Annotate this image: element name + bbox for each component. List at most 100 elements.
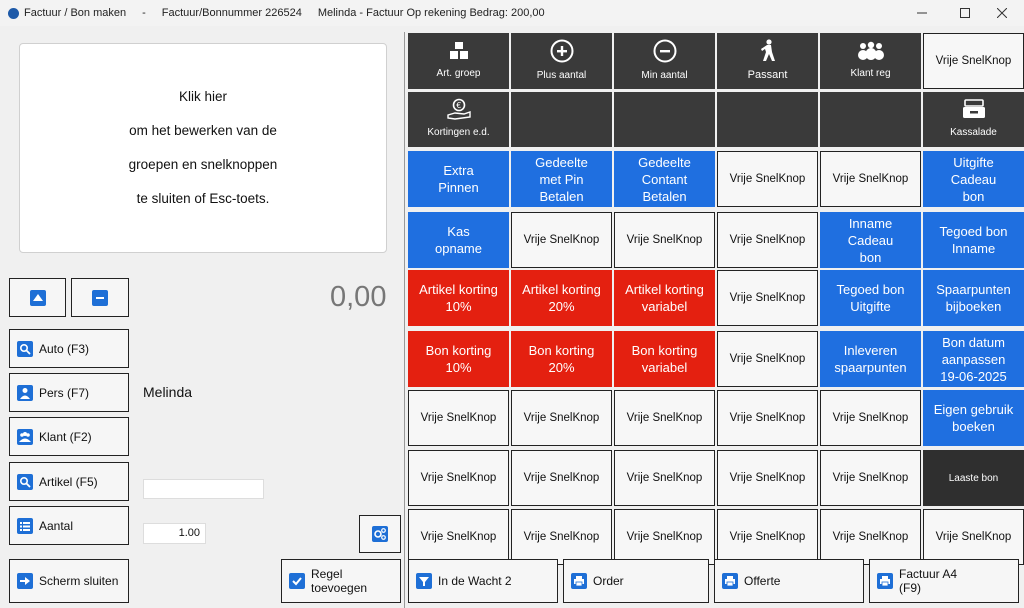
quick-button-label: Vrije SnelKnop (420, 411, 497, 424)
quick-button-r7c1[interactable]: Vrije SnelKnop (408, 390, 509, 446)
quick-button-r9c5[interactable]: Vrije SnelKnop (820, 509, 921, 565)
button-line: Bon korting (528, 343, 595, 358)
aantal-label: Aantal (39, 518, 74, 533)
klant-reg-button[interactable]: Klant reg (820, 33, 921, 89)
tegoed-bon-inname-button[interactable]: Tegoed bon Inname (923, 212, 1024, 268)
quick-button-label: Vrije SnelKnop (832, 172, 909, 185)
quick-button-r8c5[interactable]: Vrije SnelKnop (820, 450, 921, 506)
empty-group-r2c3[interactable] (614, 92, 715, 147)
regel-toevoegen-button[interactable]: Regel toevoegen (281, 559, 401, 603)
close-button[interactable] (980, 0, 1024, 26)
button-line: Artikel korting (522, 282, 601, 297)
quick-button-r3c4[interactable]: Vrije SnelKnop (717, 151, 818, 207)
laaste-bon-button[interactable]: Laaste bon (923, 450, 1024, 506)
printer-icon (722, 573, 738, 589)
quick-button-label: Vrije SnelKnop (626, 411, 703, 424)
artikel-input[interactable] (143, 479, 264, 499)
button-line: spaarpunten (834, 360, 907, 375)
bon-korting-10-button[interactable]: Bon korting 10% (408, 331, 509, 387)
order-button[interactable]: Order (563, 559, 709, 603)
empty-group-r2c5[interactable] (820, 92, 921, 147)
uitgifte-cadeau-bon-button[interactable]: Uitgifte Cadeau bon (923, 151, 1024, 207)
quick-button-r7c2[interactable]: Vrije SnelKnop (511, 390, 612, 446)
klant-button[interactable]: Klant (F2) (9, 417, 129, 456)
plus-aantal-button[interactable]: Plus aantal (511, 33, 612, 89)
scroll-down-button[interactable] (71, 278, 129, 317)
aantal-button[interactable]: Aantal (9, 506, 129, 545)
quick-button-label: Vrije SnelKnop (420, 530, 497, 543)
inname-cadeau-bon-button[interactable]: Inname Cadeau bon (820, 212, 921, 268)
button-line: variabel (641, 360, 688, 375)
extra-pinnen-button[interactable]: Extra Pinnen (408, 151, 509, 207)
kassalade-button[interactable]: Kassalade (923, 92, 1024, 147)
kas-opname-button[interactable]: Kas opname (408, 212, 509, 268)
quick-button-r7c4[interactable]: Vrije SnelKnop (717, 390, 818, 446)
quick-button-r4c2[interactable]: Vrije SnelKnop (511, 212, 612, 268)
quick-button-r1c6[interactable]: Vrije SnelKnop (923, 33, 1024, 89)
quick-button-r9c2[interactable]: Vrije SnelKnop (511, 509, 612, 565)
offerte-label: Offerte (744, 574, 781, 588)
svg-text:€: € (456, 101, 461, 110)
info-line: te sluiten of Esc-toets. (136, 191, 270, 206)
quick-button-r3c5[interactable]: Vrije SnelKnop (820, 151, 921, 207)
art-groep-label: Art. groep (436, 67, 481, 79)
button-line: Gedeelte (535, 154, 588, 170)
scherm-sluiten-button[interactable]: Scherm sluiten (9, 559, 129, 603)
empty-group-r2c2[interactable] (511, 92, 612, 147)
quick-button-label: Vrije SnelKnop (626, 530, 703, 543)
min-aantal-button[interactable]: Min aantal (614, 33, 715, 89)
quick-button-r8c4[interactable]: Vrije SnelKnop (717, 450, 818, 506)
quick-button-label: Vrije SnelKnop (626, 233, 703, 246)
artikel-korting-10-button[interactable]: Artikel korting 10% (408, 270, 509, 326)
button-line: variabel (641, 299, 688, 314)
bon-korting-20-button[interactable]: Bon korting 20% (511, 331, 612, 387)
quick-button-label: Vrije SnelKnop (626, 471, 703, 484)
quick-button-label: Vrije SnelKnop (935, 530, 1012, 543)
scroll-up-button[interactable] (9, 278, 66, 317)
factuur-f9-label: (F9) (899, 581, 921, 595)
tegoed-bon-uitgifte-button[interactable]: Tegoed bon Uitgifte (820, 270, 921, 326)
quick-button-label: Vrije SnelKnop (523, 233, 600, 246)
settings-button[interactable] (359, 515, 401, 553)
artikel-button[interactable]: Artikel (F5) (9, 462, 129, 501)
auto-button[interactable]: Auto (F3) (9, 329, 129, 368)
quick-button-r9c3[interactable]: Vrije SnelKnop (614, 509, 715, 565)
kortingen-button[interactable]: € Kortingen e.d. (408, 92, 509, 147)
quick-button-r8c3[interactable]: Vrije SnelKnop (614, 450, 715, 506)
quick-button-r9c4[interactable]: Vrije SnelKnop (717, 509, 818, 565)
edit-mode-info-box[interactable]: Klik hier om het bewerken van de groepen… (19, 43, 387, 253)
minimize-button[interactable] (900, 0, 944, 26)
artikel-korting-20-button[interactable]: Artikel korting 20% (511, 270, 612, 326)
bon-datum-aanpassen-button[interactable]: Bon datum aanpassen 19-06-2025 (923, 331, 1024, 387)
quantity-input[interactable]: 1.00 (143, 523, 206, 544)
factuur-a4-button[interactable]: Factuur A4 (F9) (869, 559, 1019, 603)
quick-button-r9c1[interactable]: Vrije SnelKnop (408, 509, 509, 565)
gedeelte-contant-button[interactable]: Gedeelte Contant Betalen (614, 151, 715, 207)
bon-korting-variabel-button[interactable]: Bon korting variabel (614, 331, 715, 387)
empty-group-r2c4[interactable] (717, 92, 818, 147)
spaarpunten-bijboeken-button[interactable]: Spaarpunten bijboeken (923, 270, 1024, 326)
info-line: groepen en snelknoppen (128, 157, 278, 172)
quick-button-r7c3[interactable]: Vrije SnelKnop (614, 390, 715, 446)
quick-button-label: Vrije SnelKnop (523, 411, 600, 424)
pers-button[interactable]: Pers (F7) (9, 373, 129, 412)
quick-button-r4c4[interactable]: Vrije SnelKnop (717, 212, 818, 268)
quick-button-r5c4[interactable]: Vrije SnelKnop (717, 270, 818, 326)
quick-button-r9c6[interactable]: Vrije SnelKnop (923, 509, 1024, 565)
quick-button-r8c2[interactable]: Vrije SnelKnop (511, 450, 612, 506)
quick-button-r6c4[interactable]: Vrije SnelKnop (717, 331, 818, 387)
gedeelte-pin-button[interactable]: Gedeelte met Pin Betalen (511, 151, 612, 207)
quick-button-r7c5[interactable]: Vrije SnelKnop (820, 390, 921, 446)
inleveren-spaarpunten-button[interactable]: Inleveren spaarpunten (820, 331, 921, 387)
offerte-button[interactable]: Offerte (714, 559, 864, 603)
eigen-gebruik-boeken-button[interactable]: Eigen gebruik boeken (923, 390, 1024, 446)
info-line: om het bewerken van de (129, 123, 277, 138)
art-groep-button[interactable]: Art. groep (408, 33, 509, 89)
artikel-korting-variabel-button[interactable]: Artikel korting variabel (614, 270, 715, 326)
in-de-wacht-button[interactable]: In de Wacht 2 (408, 559, 558, 603)
button-line: Spaarpunten (936, 282, 1011, 297)
passant-button[interactable]: Passant (717, 33, 818, 89)
quick-button-r4c3[interactable]: Vrije SnelKnop (614, 212, 715, 268)
quick-button-r8c1[interactable]: Vrije SnelKnop (408, 450, 509, 506)
button-line: 19-06-2025 (940, 368, 1007, 384)
